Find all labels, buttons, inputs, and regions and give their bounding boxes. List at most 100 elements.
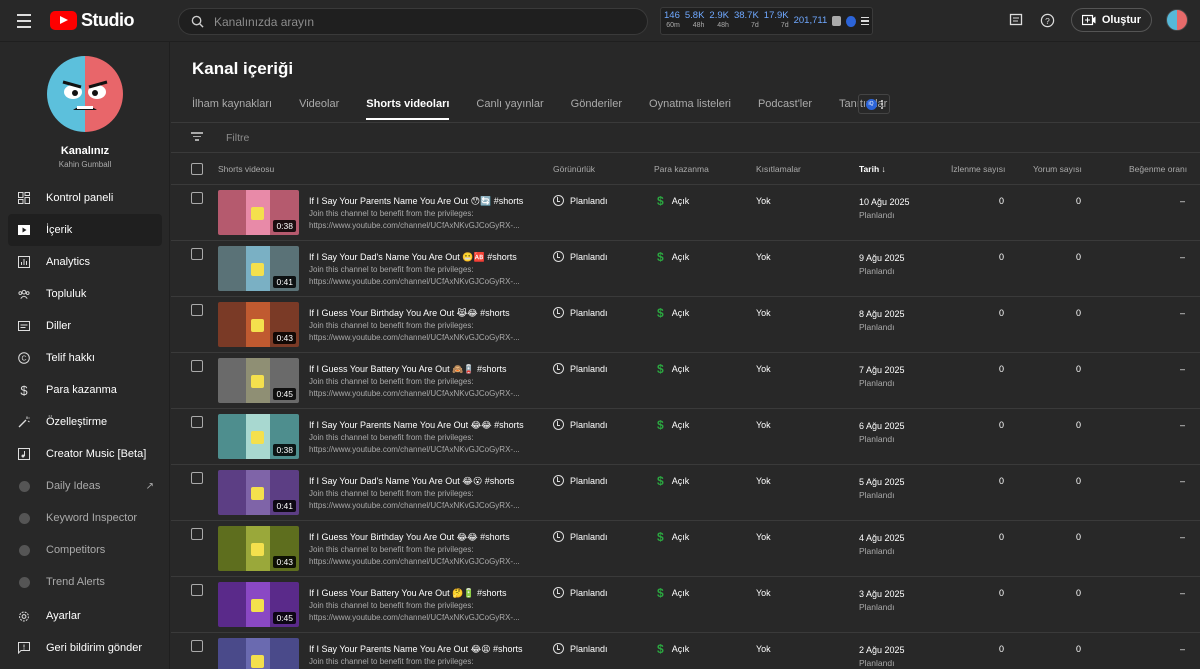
visibility-cell[interactable]: Planlandı (553, 587, 608, 598)
visibility-cell[interactable]: Planlandı (553, 531, 608, 542)
video-title[interactable]: If I Say Your Dad's Name You Are Out 😬🆎 … (309, 252, 517, 263)
table-row[interactable]: 0:45 If I Guess Your Battery You Are Out … (171, 353, 1200, 409)
clock-icon (553, 531, 564, 542)
visibility-cell[interactable]: Planlandı (553, 251, 608, 262)
column-header-date[interactable]: Tarih ↓ (859, 164, 886, 174)
help-icon[interactable]: ? (1039, 11, 1057, 29)
row-checkbox[interactable] (191, 528, 203, 540)
video-thumbnail[interactable]: 0:45 (218, 358, 299, 403)
create-button[interactable]: Oluştur (1070, 8, 1152, 32)
video-description-line: https://www.youtube.com/channel/UCfAxNKv… (309, 333, 520, 342)
filter-bar[interactable]: Filtre (171, 123, 1200, 153)
row-checkbox[interactable] (191, 472, 203, 484)
tab-inspiration[interactable]: İlham kaynakları (192, 94, 272, 120)
search-box[interactable] (178, 8, 648, 35)
monetization-cell[interactable]: $ Açık (657, 418, 689, 432)
sidebar-item-languages[interactable]: Diller (8, 310, 162, 342)
row-checkbox[interactable] (191, 584, 203, 596)
visibility-value: Planlandı (570, 307, 608, 318)
video-title[interactable]: If I Say Your Dad's Name You Are Out 😂😮 … (309, 476, 514, 487)
monetization-cell[interactable]: $ Açık (657, 474, 689, 488)
sidebar-item-content[interactable]: İçerik (8, 214, 162, 246)
vidiq-icon[interactable] (846, 15, 856, 27)
monetization-cell[interactable]: $ Açık (657, 306, 689, 320)
tab-podcasts[interactable]: Podcast'ler (758, 94, 812, 120)
monetization-cell[interactable]: $ Açık (657, 362, 689, 376)
video-title[interactable]: If I Say Your Parents Name You Are Out 😯… (309, 196, 523, 207)
account-avatar[interactable] (1166, 9, 1188, 31)
visibility-cell[interactable]: Planlandı (553, 195, 608, 206)
feedback-comment-icon[interactable] (1007, 11, 1025, 29)
monetization-cell[interactable]: $ Açık (657, 586, 689, 600)
sidebar-item-dashboard[interactable]: Kontrol paneli (8, 182, 162, 214)
sidebar-item-daily-ideas[interactable]: Daily Ideas ↗ (8, 470, 162, 502)
video-thumbnail[interactable]: 0:43 (218, 302, 299, 347)
table-row[interactable]: 0:38 If I Say Your Parents Name You Are O… (171, 409, 1200, 465)
visibility-cell[interactable]: Planlandı (553, 363, 608, 374)
table-row[interactable]: 0:41 If I Say Your Dad's Name You Are Out… (171, 241, 1200, 297)
video-title[interactable]: If I Say Your Parents Name You Are Out 😂… (309, 420, 524, 431)
row-checkbox[interactable] (191, 248, 203, 260)
monetization-cell[interactable]: $ Açık (657, 250, 689, 264)
table-row[interactable]: 0:43 If I Guess Your Birthday You Are Out… (171, 521, 1200, 577)
tab-shorts[interactable]: Shorts videoları (366, 94, 450, 120)
visibility-cell[interactable]: Planlandı (553, 307, 608, 318)
table-row[interactable]: 0:45 If I Guess Your Battery You Are Out … (171, 577, 1200, 633)
sidebar-item-trend-alerts[interactable]: Trend Alerts (8, 566, 162, 598)
sidebar-item-settings[interactable]: Ayarlar (8, 600, 162, 632)
sidebar-item-monetization[interactable]: $ Para kazanma (8, 374, 162, 406)
chart-icon[interactable] (832, 16, 842, 26)
menu-icon[interactable] (860, 16, 870, 26)
visibility-value: Planlandı (570, 195, 608, 206)
sidebar-item-send-feedback[interactable]: Geri bildirim gönder (8, 632, 162, 664)
video-title[interactable]: If I Say Your Parents Name You Are Out 😂… (309, 644, 523, 655)
table-row[interactable]: If I Say Your Parents Name You Are Out 😂… (171, 633, 1200, 669)
video-thumbnail[interactable]: 0:38 (218, 414, 299, 459)
table-row[interactable]: 0:43 If I Guess Your Birthday You Are Out… (171, 297, 1200, 353)
filter-icon[interactable] (191, 132, 203, 141)
clock-icon (553, 195, 564, 206)
sidebar-item-keyword-inspector[interactable]: Keyword Inspector (8, 502, 162, 534)
sidebar-item-community[interactable]: Topluluk (8, 278, 162, 310)
row-checkbox[interactable] (191, 360, 203, 372)
sidebar-item-competitors[interactable]: Competitors (8, 534, 162, 566)
video-thumbnail[interactable]: 0:38 (218, 190, 299, 235)
tab-posts[interactable]: Gönderiler (571, 94, 622, 120)
table-row[interactable]: 0:38 If I Say Your Parents Name You Are O… (171, 185, 1200, 241)
sidebar-item-copyright[interactable]: C Telif hakkı (8, 342, 162, 374)
vidiq-tab-button[interactable]: iQ (858, 94, 890, 114)
monetization-cell[interactable]: $ Açık (657, 194, 689, 208)
sidebar-item-customization[interactable]: Özelleştirme (8, 406, 162, 438)
row-checkbox[interactable] (191, 640, 203, 652)
sidebar-item-creator-music[interactable]: Creator Music [Beta] (8, 438, 162, 470)
select-all-checkbox[interactable] (191, 163, 203, 175)
video-thumbnail[interactable] (218, 638, 299, 669)
tab-playlists[interactable]: Oynatma listeleri (649, 94, 731, 120)
tab-live[interactable]: Canlı yayınlar (476, 94, 543, 120)
date-value: 2 Ağu 2025 (859, 645, 905, 655)
hamburger-menu-icon[interactable] (14, 11, 34, 31)
video-thumbnail[interactable]: 0:41 (218, 246, 299, 291)
video-title[interactable]: If I Guess Your Battery You Are Out 🤔🔋 #… (309, 588, 507, 599)
channel-avatar[interactable] (47, 56, 123, 132)
video-thumbnail[interactable]: 0:41 (218, 470, 299, 515)
table-row[interactable]: 0:41 If I Say Your Dad's Name You Are Out… (171, 465, 1200, 521)
video-title[interactable]: If I Guess Your Birthday You Are Out 😂😂 … (309, 532, 510, 543)
visibility-cell[interactable]: Planlandı (553, 419, 608, 430)
visibility-cell[interactable]: Planlandı (553, 475, 608, 486)
sidebar-item-analytics[interactable]: Analytics (8, 246, 162, 278)
video-thumbnail[interactable]: 0:43 (218, 526, 299, 571)
monetization-cell[interactable]: $ Açık (657, 530, 689, 544)
row-checkbox[interactable] (191, 192, 203, 204)
row-checkbox[interactable] (191, 304, 203, 316)
video-title[interactable]: If I Guess Your Battery You Are Out 🙈🪫 #… (309, 364, 507, 375)
search-input[interactable] (214, 14, 614, 29)
studio-logo[interactable]: Studio (50, 10, 135, 31)
monetization-cell[interactable]: $ Açık (657, 642, 689, 656)
tab-videos[interactable]: Videolar (299, 94, 339, 120)
video-title[interactable]: If I Guess Your Birthday You Are Out 😹😂 … (309, 308, 510, 319)
visibility-cell[interactable]: Planlandı (553, 643, 608, 654)
row-checkbox[interactable] (191, 416, 203, 428)
filter-placeholder[interactable]: Filtre (226, 132, 249, 144)
video-thumbnail[interactable]: 0:45 (218, 582, 299, 627)
